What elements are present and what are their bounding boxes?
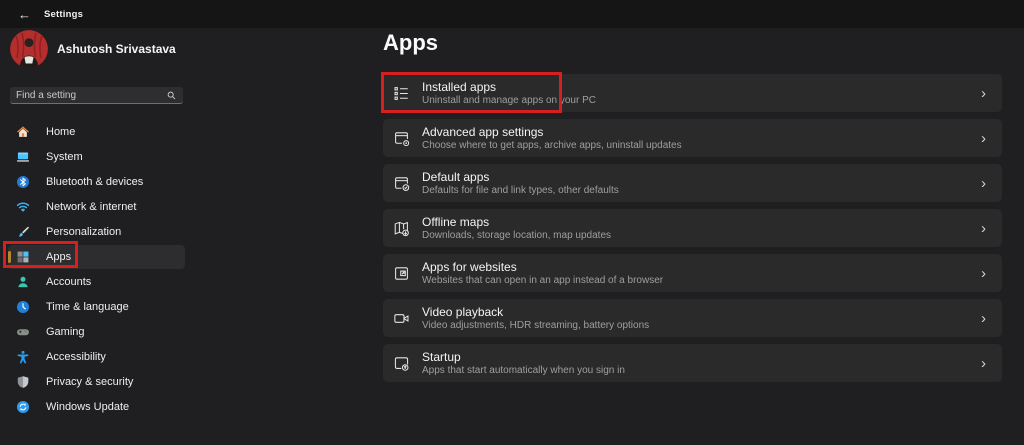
row-title: Installed apps bbox=[422, 81, 596, 94]
bluetooth-icon bbox=[16, 175, 30, 189]
sidebar-item-label: Bluetooth & devices bbox=[46, 176, 143, 188]
chevron-right-icon: › bbox=[981, 311, 986, 326]
row-text: StartupApps that start automatically whe… bbox=[422, 351, 625, 376]
settings-row-video-playback[interactable]: Video playbackVideo adjustments, HDR str… bbox=[383, 299, 1002, 337]
row-text: Default appsDefaults for file and link t… bbox=[422, 171, 619, 196]
sidebar-item-label: Personalization bbox=[46, 226, 121, 238]
sidebar-item-label: Accounts bbox=[46, 276, 91, 288]
sidebar-item-home[interactable]: Home bbox=[8, 120, 185, 144]
row-title: Apps for websites bbox=[422, 261, 663, 274]
sidebar-item-label: Gaming bbox=[46, 326, 85, 338]
personalization-icon bbox=[16, 225, 30, 239]
settings-row-installed-apps[interactable]: Installed appsUninstall and manage apps … bbox=[383, 74, 1002, 112]
sidebar-item-windows-update[interactable]: Windows Update bbox=[8, 395, 185, 419]
windows-update-icon bbox=[16, 400, 30, 414]
time-language-icon bbox=[16, 300, 30, 314]
settings-row-offline-maps[interactable]: Offline mapsDownloads, storage location,… bbox=[383, 209, 1002, 247]
privacy-security-icon bbox=[16, 375, 30, 389]
row-subtitle: Uninstall and manage apps on your PC bbox=[422, 95, 596, 106]
back-icon[interactable]: ← bbox=[18, 7, 31, 22]
sidebar-item-gaming[interactable]: Gaming bbox=[8, 320, 185, 344]
row-text: Offline mapsDownloads, storage location,… bbox=[422, 216, 611, 241]
sidebar-item-label: Apps bbox=[46, 251, 71, 263]
row-subtitle: Downloads, storage location, map updates bbox=[422, 230, 611, 241]
chevron-right-icon: › bbox=[981, 86, 986, 101]
advanced-app-settings-icon bbox=[392, 129, 411, 148]
row-title: Advanced app settings bbox=[422, 126, 682, 139]
sidebar-item-label: System bbox=[46, 151, 83, 163]
chevron-right-icon: › bbox=[981, 356, 986, 371]
installed-apps-icon bbox=[392, 84, 411, 103]
row-title: Default apps bbox=[422, 171, 619, 184]
sidebar-item-apps[interactable]: Apps bbox=[8, 245, 185, 269]
row-subtitle: Choose where to get apps, archive apps, … bbox=[422, 140, 682, 151]
sidebar-item-personalization[interactable]: Personalization bbox=[8, 220, 185, 244]
offline-maps-icon bbox=[392, 219, 411, 238]
default-apps-icon bbox=[392, 174, 411, 193]
sidebar-item-label: Privacy & security bbox=[46, 376, 133, 388]
search-icon bbox=[166, 90, 177, 101]
profile-name: Ashutosh Srivastava bbox=[57, 42, 176, 56]
sidebar-item-accessibility[interactable]: Accessibility bbox=[8, 345, 185, 369]
sidebar-item-label: Home bbox=[46, 126, 75, 138]
settings-row-startup[interactable]: StartupApps that start automatically whe… bbox=[383, 344, 1002, 382]
sidebar-item-bluetooth-and-devices[interactable]: Bluetooth & devices bbox=[8, 170, 185, 194]
search-input[interactable] bbox=[16, 90, 166, 101]
row-text: Advanced app settingsChoose where to get… bbox=[422, 126, 682, 151]
settings-list: Installed appsUninstall and manage apps … bbox=[383, 74, 1002, 389]
sidebar-item-label: Network & internet bbox=[46, 201, 136, 213]
selected-indicator bbox=[8, 251, 11, 263]
row-title: Startup bbox=[422, 351, 625, 364]
row-title: Offline maps bbox=[422, 216, 611, 229]
sidebar-item-label: Time & language bbox=[46, 301, 129, 313]
row-subtitle: Websites that can open in an app instead… bbox=[422, 275, 663, 286]
row-text: Installed appsUninstall and manage apps … bbox=[422, 81, 596, 106]
system-icon bbox=[16, 150, 30, 164]
row-subtitle: Apps that start automatically when you s… bbox=[422, 365, 625, 376]
row-subtitle: Video adjustments, HDR streaming, batter… bbox=[422, 320, 649, 331]
accessibility-icon bbox=[16, 350, 30, 364]
sidebar-item-network-and-internet[interactable]: Network & internet bbox=[8, 195, 185, 219]
titlebar: ← Settings bbox=[0, 0, 1024, 28]
apps-for-websites-icon bbox=[392, 264, 411, 283]
chevron-right-icon: › bbox=[981, 221, 986, 236]
avatar bbox=[10, 30, 48, 68]
gaming-icon bbox=[16, 325, 30, 339]
video-playback-icon bbox=[392, 309, 411, 328]
page-title: Apps bbox=[383, 30, 438, 56]
profile: Ashutosh Srivastava bbox=[10, 30, 176, 68]
apps-icon bbox=[16, 250, 30, 264]
sidebar-item-privacy-and-security[interactable]: Privacy & security bbox=[8, 370, 185, 394]
settings-row-advanced-app-settings[interactable]: Advanced app settingsChoose where to get… bbox=[383, 119, 1002, 157]
sidebar-item-time-and-language[interactable]: Time & language bbox=[8, 295, 185, 319]
row-text: Apps for websitesWebsites that can open … bbox=[422, 261, 663, 286]
window-title: Settings bbox=[44, 9, 83, 20]
chevron-right-icon: › bbox=[981, 131, 986, 146]
sidebar-item-system[interactable]: System bbox=[8, 145, 185, 169]
home-icon bbox=[16, 125, 30, 139]
sidebar-item-label: Windows Update bbox=[46, 401, 129, 413]
sidebar-item-accounts[interactable]: Accounts bbox=[8, 270, 185, 294]
row-text: Video playbackVideo adjustments, HDR str… bbox=[422, 306, 649, 331]
chevron-right-icon: › bbox=[981, 266, 986, 281]
sidebar-nav: Home System Bluetooth & devices Network & i… bbox=[8, 120, 185, 420]
settings-row-apps-for-websites[interactable]: Apps for websitesWebsites that can open … bbox=[383, 254, 1002, 292]
row-subtitle: Defaults for file and link types, other … bbox=[422, 185, 619, 196]
network-icon bbox=[16, 200, 30, 214]
accounts-icon bbox=[16, 275, 30, 289]
startup-icon bbox=[392, 354, 411, 373]
row-title: Video playback bbox=[422, 306, 649, 319]
sidebar-item-label: Accessibility bbox=[46, 351, 106, 363]
chevron-right-icon: › bbox=[981, 176, 986, 191]
search-box[interactable] bbox=[10, 87, 183, 104]
settings-row-default-apps[interactable]: Default appsDefaults for file and link t… bbox=[383, 164, 1002, 202]
